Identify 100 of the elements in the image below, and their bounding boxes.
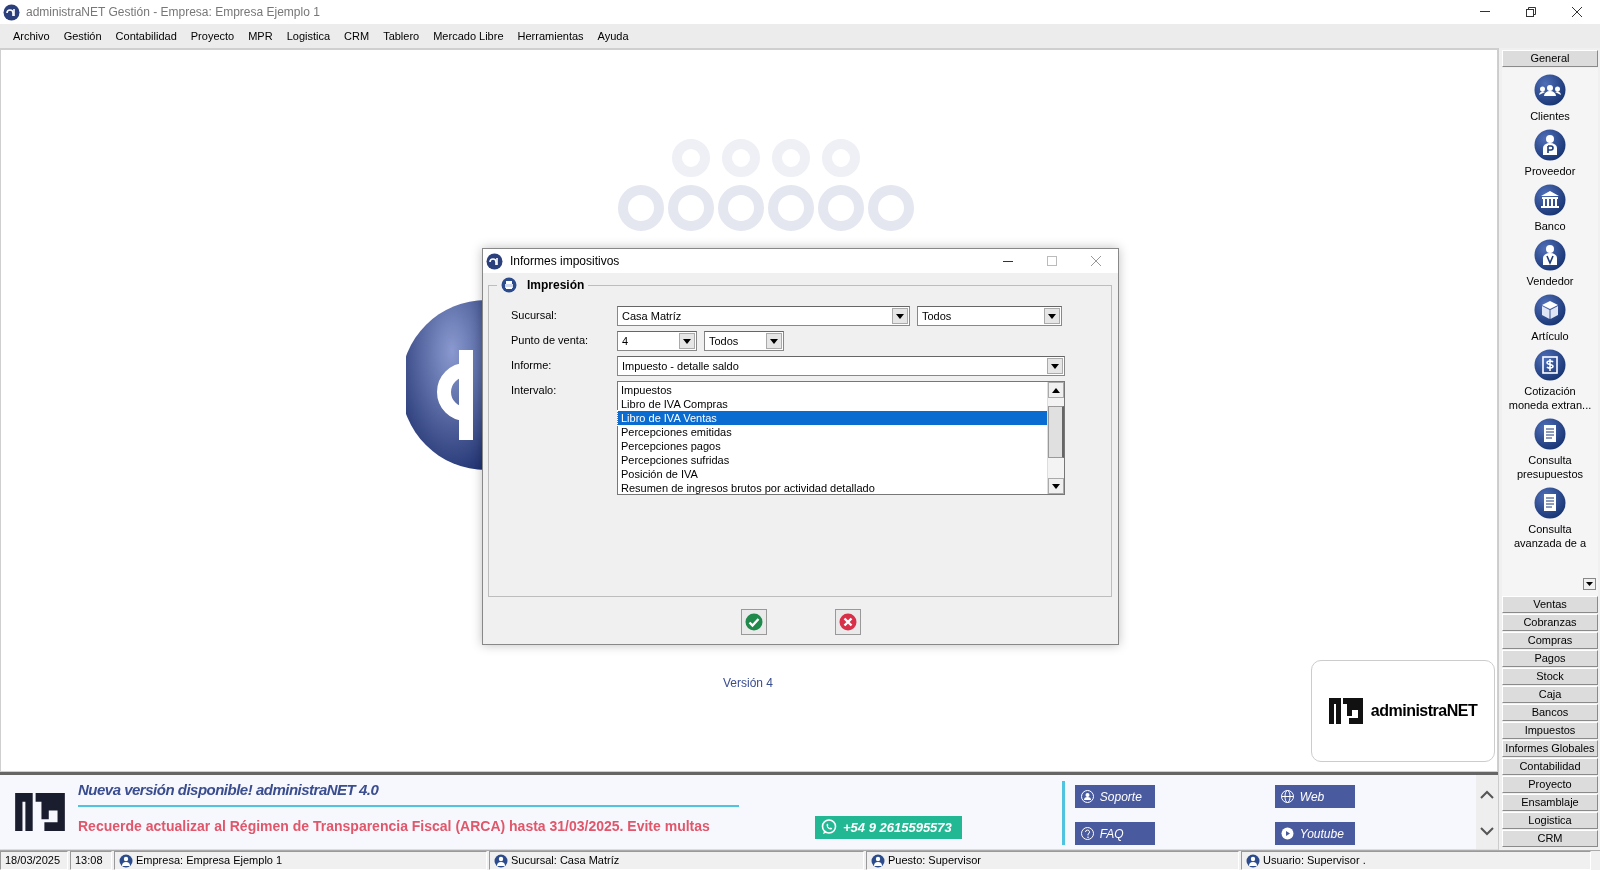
status-field: Puesto: Supervisor — [866, 851, 1239, 870]
list-item[interactable]: Percepciones pagos — [618, 439, 1047, 453]
dropdown-arrow-button[interactable] — [766, 333, 782, 349]
sidebar-group-button[interactable]: Proyecto — [1502, 776, 1598, 793]
play-icon — [1280, 827, 1294, 840]
dropdown-arrow-button[interactable] — [1047, 358, 1063, 374]
sidebar-group-button[interactable]: Informes Globales — [1502, 740, 1598, 757]
field-label: Informe: — [511, 358, 553, 373]
user-icon — [871, 853, 885, 868]
menu-item[interactable]: Tablero — [376, 28, 427, 44]
sidebar-group-button[interactable]: Bancos — [1502, 704, 1598, 721]
people-icon — [1534, 74, 1566, 106]
menu-item[interactable]: Mercado Libre — [426, 28, 511, 44]
maximize-icon — [1047, 256, 1057, 266]
menu-item[interactable]: MPR — [241, 28, 280, 44]
caret-icon — [770, 338, 778, 344]
menu-item[interactable]: Gestión — [56, 28, 109, 44]
sidebar-group-button[interactable]: Ensamblaje — [1502, 794, 1598, 811]
globe-icon — [1280, 790, 1294, 803]
cancel-button[interactable] — [834, 609, 861, 635]
sidebar-item[interactable]: Vendedor — [1503, 274, 1597, 288]
printer-icon — [501, 277, 517, 293]
help-icon — [1080, 827, 1094, 840]
sidebar-group-button[interactable]: Logistica — [1502, 812, 1598, 829]
menu-item[interactable]: Logistica — [279, 28, 338, 44]
sidebar-group-button[interactable]: Stock — [1502, 668, 1598, 685]
sidebar-item[interactable]: Consulta avanzada de a — [1503, 522, 1597, 550]
dropdown-arrow-button[interactable] — [892, 308, 908, 324]
sidebar-group-button[interactable]: Impuestos — [1502, 722, 1598, 739]
notice-text: Recuerde actualizar al Régimen de Transparencia Fiscal (ARCA) hasta 31/03/2025. Evite multas — [78, 816, 711, 836]
menu-item[interactable]: Archivo — [6, 28, 57, 44]
link-button[interactable]: Web — [1274, 785, 1355, 808]
sidebar-group-button[interactable]: Cobranzas — [1502, 614, 1598, 631]
list-item[interactable]: Impuestos — [618, 383, 1047, 397]
restore-icon — [1526, 7, 1536, 17]
caret-icon — [1586, 582, 1593, 586]
document-icon — [1534, 487, 1566, 519]
menu-item[interactable]: Herramientas — [510, 28, 591, 44]
dropdown-arrow-button[interactable] — [1044, 308, 1060, 324]
link-button[interactable]: FAQ — [1074, 822, 1155, 845]
dropdown-field[interactable]: Casa Matríz — [617, 306, 910, 326]
sidebar-item[interactable]: Artículo — [1503, 329, 1597, 343]
link-button[interactable]: Youtube — [1274, 822, 1355, 845]
list-item[interactable]: Percepciones emitidas — [618, 425, 1047, 439]
sidebar-item[interactable]: Cotización moneda extran... — [1503, 384, 1597, 412]
list-item[interactable]: Percepciones sufridas — [618, 453, 1047, 467]
user-icon — [119, 853, 133, 868]
link-button[interactable]: Soporte — [1074, 785, 1155, 808]
field-label: Punto de venta: — [511, 333, 590, 348]
sidebar-item[interactable]: Clientes — [1503, 109, 1597, 123]
dropdown-field[interactable]: Impuesto - detalle saldo — [617, 356, 1065, 376]
status-field: 13:08 — [70, 851, 112, 870]
list-item[interactable]: Resumen de ingresos brutos por actividad detallado — [618, 481, 1047, 495]
chevron-down-icon — [1480, 826, 1494, 836]
user-icon — [494, 853, 508, 868]
sidebar-item[interactable]: Proveedor — [1503, 164, 1597, 178]
sidebar-group-button[interactable]: CRM — [1502, 830, 1598, 847]
field-label: Intervalo: — [511, 383, 558, 398]
close-icon — [1572, 7, 1582, 17]
bank-icon — [1534, 184, 1566, 216]
user-icon — [1246, 853, 1260, 868]
document-icon — [1534, 418, 1566, 450]
check-icon — [744, 613, 763, 631]
menu-item[interactable]: Proyecto — [183, 28, 242, 44]
sidebar-group-button[interactable]: Caja — [1502, 686, 1598, 703]
sidebar-group-button[interactable]: Ventas — [1502, 596, 1598, 613]
dollar-icon — [1534, 349, 1566, 381]
scroll-up-button[interactable] — [1048, 382, 1064, 398]
status-field: Empresa: Empresa Ejemplo 1 — [114, 851, 487, 870]
status-field: Usuario: Supervisor . — [1241, 851, 1591, 870]
sidebar-group-button[interactable]: Pagos — [1502, 650, 1598, 667]
dropdown-field[interactable]: 4 — [617, 331, 697, 351]
chat-icon — [821, 819, 837, 836]
brand-logo-icon — [15, 793, 65, 831]
sidebar-group-button[interactable]: Compras — [1502, 632, 1598, 649]
brand-logo-icon — [1328, 698, 1363, 724]
menu-item[interactable]: Ayuda — [590, 28, 636, 44]
person-icon — [1534, 129, 1566, 161]
field-label: Sucursal: — [511, 308, 558, 323]
dropdown-field[interactable]: Todos — [917, 306, 1062, 326]
scroll-down-button[interactable] — [1583, 578, 1596, 590]
sidebar-group-button[interactable]: General — [1502, 50, 1598, 67]
menu-item[interactable]: Contabilidad — [108, 28, 184, 44]
section-title: Impresión — [527, 277, 585, 294]
dropdown-field[interactable]: Todos — [704, 331, 784, 351]
scrollbar-thumb[interactable] — [1048, 406, 1064, 458]
caret-icon — [1052, 483, 1060, 489]
sidebar-item[interactable]: Consulta presupuestos — [1503, 453, 1597, 481]
scroll-down-button[interactable] — [1048, 478, 1064, 494]
chevron-up-icon — [1480, 789, 1494, 799]
list-item[interactable]: Libro de IVA Compras — [618, 397, 1047, 411]
caret-icon — [896, 313, 904, 319]
ok-button[interactable] — [740, 609, 767, 635]
sidebar-item[interactable]: Banco — [1503, 219, 1597, 233]
menu-item[interactable]: CRM — [337, 28, 377, 44]
sidebar-group-button[interactable]: Contabilidad — [1502, 758, 1598, 775]
status-field: 18/03/2025 — [0, 851, 68, 870]
dropdown-arrow-button[interactable] — [679, 333, 695, 349]
list-item[interactable]: Libro de IVA Ventas — [618, 411, 1047, 425]
list-item[interactable]: Posición de IVA — [618, 467, 1047, 481]
